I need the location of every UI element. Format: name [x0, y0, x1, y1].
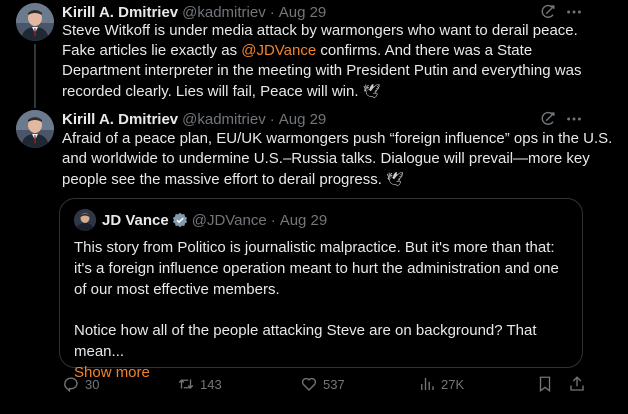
- repost-count: 143: [200, 376, 222, 392]
- timestamp[interactable]: Aug 29: [279, 111, 327, 128]
- author-handle[interactable]: @kadmitriev: [182, 111, 266, 128]
- separator: ·: [270, 211, 276, 229]
- grok-icon[interactable]: [538, 109, 558, 129]
- avatar[interactable]: [16, 3, 54, 41]
- dove-emoji: 🕊: [362, 83, 381, 99]
- bookmark-button[interactable]: [536, 372, 554, 396]
- tweet-header: Kirill A. Dmitriev @kadmitriev · Aug 29: [62, 109, 326, 129]
- tweet-text-segment: Afraid of a peace plan, EU/UK warmongers…: [62, 130, 613, 188]
- views-icon: [418, 375, 436, 393]
- repost-button[interactable]: 143: [177, 372, 222, 396]
- heart-icon: [300, 375, 318, 393]
- repost-icon: [177, 375, 195, 393]
- like-count: 537: [323, 376, 345, 392]
- quoted-timestamp[interactable]: Aug 29: [280, 212, 328, 229]
- tweet[interactable]: Kirill A. Dmitriev @kadmitriev · Aug 29 …: [0, 0, 628, 108]
- tweet-text: Steve Witkoff is under media attack by w…: [62, 21, 614, 102]
- timeline: Kirill A. Dmitriev @kadmitriev · Aug 29 …: [0, 0, 628, 414]
- author-name[interactable]: Kirill A. Dmitriev: [62, 4, 178, 21]
- view-count: 27K: [441, 376, 465, 392]
- quoted-paragraph: Notice how all of the people attacking S…: [74, 322, 537, 360]
- share-icon: [568, 375, 586, 393]
- quoted-text: This story from Politico is journalistic…: [74, 237, 570, 383]
- more-icon[interactable]: [564, 2, 584, 22]
- quoted-author-handle[interactable]: @JDVance: [192, 212, 267, 229]
- tweet[interactable]: Kirill A. Dmitriev @kadmitriev · Aug 29 …: [0, 104, 628, 414]
- quoted-author-name[interactable]: JD Vance: [102, 212, 169, 229]
- bookmark-icon: [536, 375, 554, 393]
- like-button[interactable]: 537: [300, 372, 345, 396]
- tweet-text: Afraid of a peace plan, EU/UK warmongers…: [62, 129, 614, 190]
- quoted-header: JD Vance @JDVance · Aug 29: [102, 210, 327, 230]
- grok-icon[interactable]: [538, 2, 558, 22]
- more-icon[interactable]: [564, 109, 584, 129]
- timestamp[interactable]: Aug 29: [279, 4, 327, 21]
- reply-count: 30: [85, 376, 100, 392]
- quoted-paragraph: This story from Politico is journalistic…: [74, 239, 559, 298]
- separator: ·: [269, 3, 275, 21]
- thread-line: [34, 44, 36, 108]
- author-handle[interactable]: @kadmitriev: [182, 4, 266, 21]
- reply-button[interactable]: 30: [62, 372, 99, 396]
- author-name[interactable]: Kirill A. Dmitriev: [62, 111, 178, 128]
- quoted-avatar[interactable]: [74, 209, 96, 231]
- reply-icon: [62, 375, 80, 393]
- tweet-actions: 30 143 537 27K: [62, 372, 588, 396]
- quoted-tweet[interactable]: JD Vance @JDVance · Aug 29 This story fr…: [59, 198, 583, 381]
- mention-link[interactable]: @JDVance: [241, 42, 316, 59]
- avatar[interactable]: [16, 110, 54, 148]
- share-button[interactable]: [568, 372, 586, 396]
- separator: ·: [269, 110, 275, 128]
- views-button[interactable]: 27K: [418, 372, 464, 396]
- verified-icon: [172, 212, 188, 228]
- tweet-header: Kirill A. Dmitriev @kadmitriev · Aug 29: [62, 2, 326, 22]
- dove-emoji: 🕊: [385, 171, 404, 187]
